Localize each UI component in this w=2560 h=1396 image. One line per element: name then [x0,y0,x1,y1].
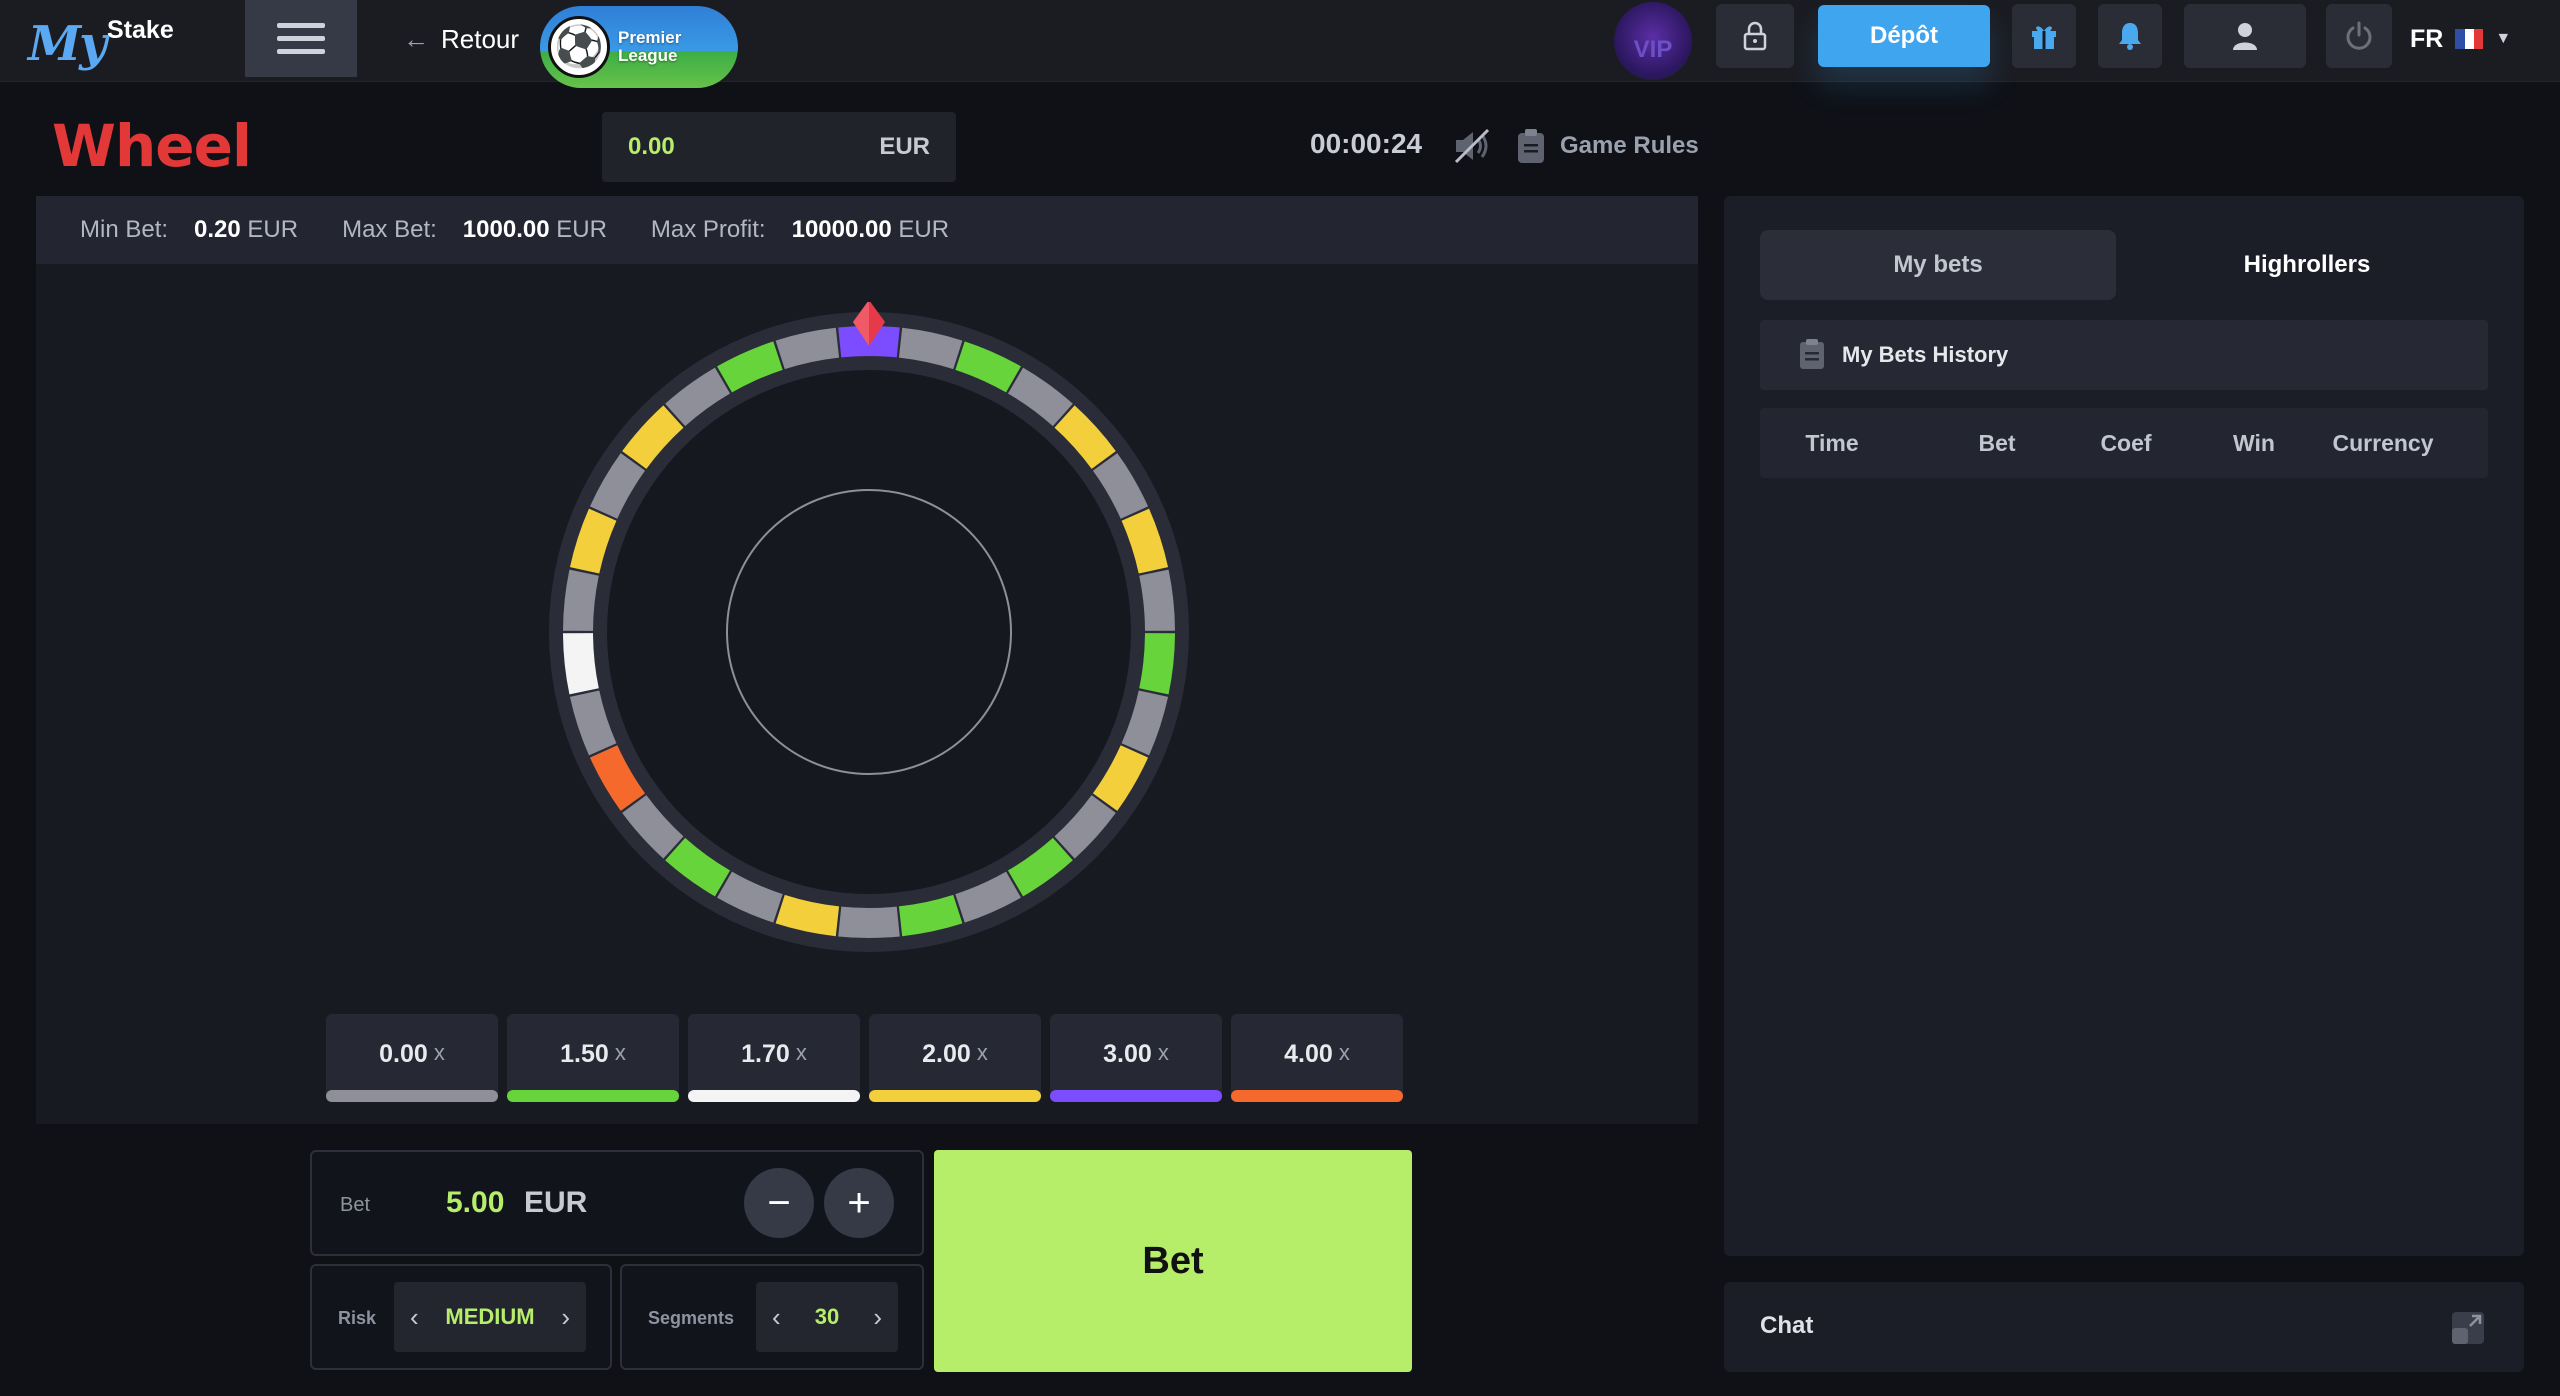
logout-button[interactable] [2326,4,2392,68]
multiplier-color-bar [1231,1090,1403,1102]
bet-amount[interactable]: 5.00 [446,1186,504,1220]
column-win: Win [2233,430,2275,456]
balance-currency: EUR [879,133,930,160]
tab-my-bets[interactable]: My bets [1760,230,2116,300]
multiplier-color-bar [869,1090,1041,1102]
premier-league-promo[interactable]: ⚽ Premier League [540,6,738,88]
segments-selector: Segments ‹ 30 › [620,1264,924,1370]
risk-next-button[interactable]: › [561,1302,570,1333]
bets-table-header: Time Bet Coef Win Currency [1760,408,2488,478]
column-coef: Coef [2100,430,2152,456]
increase-bet-button[interactable]: + [824,1168,894,1238]
france-flag-icon [2455,29,2484,49]
menu-button[interactable] [245,0,357,77]
multiplier-item: 2.00 x [869,1014,1041,1102]
notifications-button[interactable] [2098,4,2162,68]
chevron-down-icon: ▼ [2495,30,2512,47]
game-title: Wheel [52,112,252,180]
logo-my: My [28,16,107,72]
bet-currency: EUR [524,1186,588,1219]
risk-label: Risk [338,1308,377,1328]
bell-icon [2119,23,2141,50]
multiplier-item: 4.00 x [1231,1014,1403,1102]
balance-display: 0.00 EUR [602,112,956,182]
max-bet: Max Bet: 1000.00 EUR [342,216,607,243]
lock-icon [1743,21,1767,51]
multiplier-item: 1.50 x [507,1014,679,1102]
expand-icon[interactable] [2450,1310,2486,1346]
bet-label: Bet [340,1194,371,1216]
deposit-button[interactable]: Dépôt [1818,5,1990,67]
power-icon [2346,21,2372,50]
wheel-inner [607,370,1131,894]
gift-icon [2032,26,2056,49]
bet-amount-field[interactable]: Bet 5.00 EUR − + [310,1150,924,1256]
multiplier-color-bar [326,1090,498,1102]
back-label: Retour [441,23,520,54]
bet-limits-bar: Min Bet: 0.20 EUR Max Bet: 1000.00 EUR M… [36,196,1698,264]
tab-highrollers[interactable]: Highrollers [2124,230,2490,300]
min-bet: Min Bet: 0.20 EUR [80,216,299,243]
top-bar: My Stake ← Retour ⚽ Premier League VIP D… [0,0,2560,88]
my-bets-history[interactable]: My Bets History [1760,320,2488,390]
profile-button[interactable] [2184,4,2306,68]
menu-icon [277,23,325,28]
session-timer: 00:00:24 [1310,128,1423,159]
clipboard-icon [1518,129,1544,163]
lock-button[interactable] [1716,4,1794,68]
segments-next-button[interactable]: › [873,1302,882,1333]
segments-value: 30 [814,1304,840,1329]
risk-value: MEDIUM [445,1304,535,1329]
language-code: FR [2410,24,2444,53]
multiplier-item: 1.70 x [688,1014,860,1102]
multiplier-color-bar [507,1090,679,1102]
max-profit: Max Profit: 10000.00 EUR [650,216,950,243]
risk-prev-button[interactable]: ‹ [410,1302,419,1333]
history-title: My Bets History [1842,342,2009,367]
multiplier-color-bar [1050,1090,1222,1102]
segments-prev-button[interactable]: ‹ [772,1302,781,1333]
wheel [549,302,1189,952]
document-icon [1800,339,1824,369]
logo-stake: Stake [107,16,174,44]
bets-panel: My bets Highrollers My Bets History Time… [1724,196,2524,1256]
column-time: Time [1805,430,1859,456]
decrease-bet-button[interactable]: − [744,1168,814,1238]
segments-select: ‹ 30 › [756,1282,898,1352]
segments-label: Segments [648,1308,735,1328]
risk-selector: Risk ‹ MEDIUM › [310,1264,612,1370]
user-icon [2233,23,2257,50]
mystake-logo[interactable]: My Stake [28,12,188,68]
column-bet: Bet [1978,430,2016,456]
sound-muted-icon[interactable] [1450,126,1494,166]
wheel-area: 0.00 x 1.50 x 1.70 x 2.00 x 3.00 x 4.00 x [36,264,1698,1124]
vip-badge[interactable]: VIP [1614,2,1692,80]
chat-panel[interactable]: Chat [1724,1282,2524,1372]
game-rules-button[interactable]: Game Rules [1516,126,1699,166]
multiplier-item: 3.00 x [1050,1014,1222,1102]
risk-select: ‹ MEDIUM › [394,1282,586,1352]
multiplier-legend: 0.00 x 1.50 x 1.70 x 2.00 x 3.00 x 4.00 x [326,1014,1403,1102]
arrow-left-icon: ← [403,23,429,54]
game-rules-label: Game Rules [1560,132,1699,159]
promo-text: Premier League [618,28,682,65]
multiplier-color-bar [688,1090,860,1102]
column-currency: Currency [2332,430,2434,456]
bet-button[interactable]: Bet [934,1150,1412,1372]
football-icon: ⚽ [548,16,610,78]
gift-button[interactable] [2012,4,2076,68]
multiplier-item: 0.00 x [326,1014,498,1102]
back-button[interactable]: ← Retour [403,22,519,56]
language-selector[interactable]: FR ▼ [2410,22,2511,56]
balance-amount: 0.00 [628,133,675,160]
chat-label: Chat [1760,1312,1814,1339]
wheel-segment [838,906,900,939]
